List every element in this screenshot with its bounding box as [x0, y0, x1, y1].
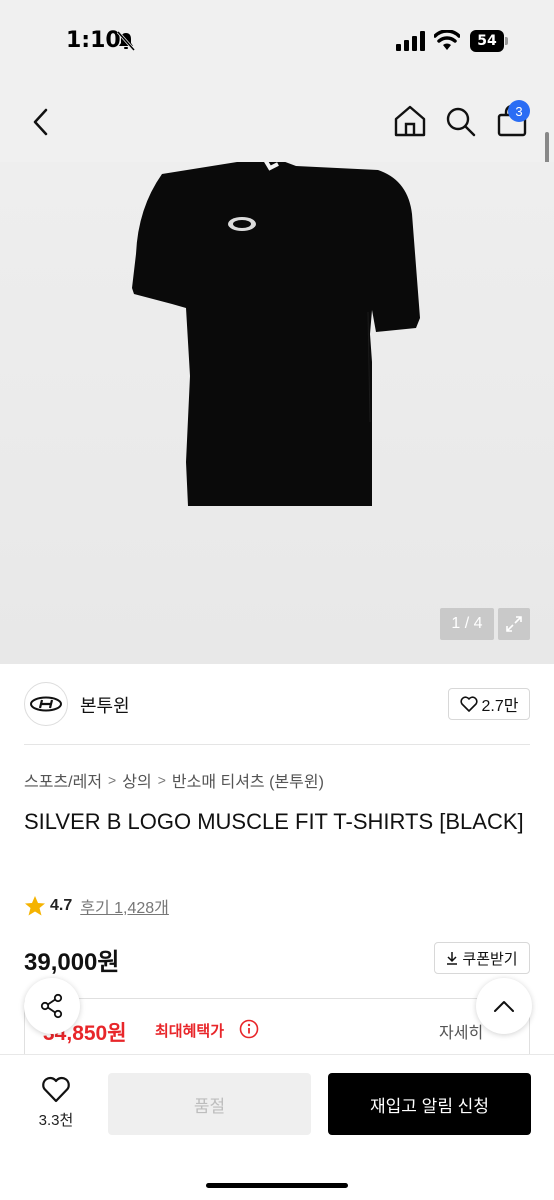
- product-image: [132, 162, 420, 506]
- home-icon[interactable]: [392, 102, 428, 140]
- expand-button[interactable]: [498, 608, 530, 640]
- breadcrumb-item[interactable]: 상의: [122, 768, 151, 792]
- image-counter: 1 / 4: [440, 608, 494, 640]
- heart-icon: [42, 1076, 70, 1103]
- battery-indicator: 54: [470, 30, 508, 52]
- product-title: SILVER B LOGO MUSCLE FIT T-SHIRTS [BLACK…: [24, 809, 524, 834]
- rating-row: 4.7 후기 1,428개: [24, 894, 169, 918]
- status-time: 1:10: [66, 28, 121, 53]
- soldout-button: 품절: [108, 1073, 311, 1135]
- cart-badge: 3: [508, 100, 530, 122]
- chevron-up-icon: [494, 1001, 514, 1012]
- coupon-label: 쿠폰받기: [462, 950, 518, 968]
- scroll-top-button[interactable]: [476, 978, 532, 1034]
- share-icon: [40, 993, 63, 1019]
- benefit-detail-link[interactable]: 자세히: [439, 1019, 483, 1043]
- info-icon[interactable]: [239, 1019, 259, 1039]
- wishlist-button[interactable]: 3.3천: [22, 1075, 90, 1145]
- product-image-gallery[interactable]: 1 / 4: [0, 162, 554, 664]
- download-icon: [447, 952, 458, 965]
- brand-like-button[interactable]: 2.7만: [448, 688, 530, 720]
- bell-slash-icon: [117, 31, 135, 51]
- star-icon: [25, 896, 45, 916]
- divider: [24, 744, 530, 745]
- product-price: 39,000원: [24, 949, 120, 976]
- benefit-label: 최대혜택가: [155, 1023, 225, 1040]
- bottom-action-bar: 3.3천 품절 재입고 알림 신청: [0, 1054, 554, 1200]
- battery-level: 54: [470, 30, 504, 52]
- coupon-button[interactable]: 쿠폰받기: [434, 942, 530, 974]
- breadcrumb-item[interactable]: 반소매 티셔츠 (본투윈): [172, 768, 324, 792]
- brand-logo-mark: [30, 696, 62, 712]
- status-bar: 1:10 54: [0, 0, 554, 82]
- chevron-right-icon: >: [157, 772, 166, 788]
- rating-value: 4.7: [50, 897, 73, 914]
- breadcrumb-item[interactable]: 스포츠/레저: [24, 768, 102, 792]
- review-link[interactable]: 후기 1,428개: [80, 894, 169, 918]
- brand-name[interactable]: 본투윈: [80, 692, 130, 718]
- brand-like-count: 2.7만: [481, 698, 519, 715]
- top-navigation: [0, 82, 554, 162]
- expand-icon: [506, 616, 522, 632]
- signal-icon: [396, 31, 425, 51]
- search-icon[interactable]: [443, 102, 479, 140]
- breadcrumb: 스포츠/레저 > 상의 > 반소매 티셔츠 (본투윈): [24, 768, 324, 792]
- brand-logo[interactable]: [24, 682, 68, 726]
- max-benefit-box[interactable]: 34,850원 최대혜택가 자세히: [24, 998, 530, 1058]
- chevron-right-icon: >: [108, 772, 117, 788]
- restock-alert-button[interactable]: 재입고 알림 신청: [328, 1073, 531, 1135]
- wifi-icon: [434, 30, 460, 50]
- wishlist-count: 3.3천: [38, 1112, 74, 1129]
- share-button[interactable]: [24, 978, 80, 1034]
- back-icon[interactable]: [26, 104, 56, 140]
- home-indicator: [206, 1183, 348, 1188]
- heart-icon: [459, 696, 478, 712]
